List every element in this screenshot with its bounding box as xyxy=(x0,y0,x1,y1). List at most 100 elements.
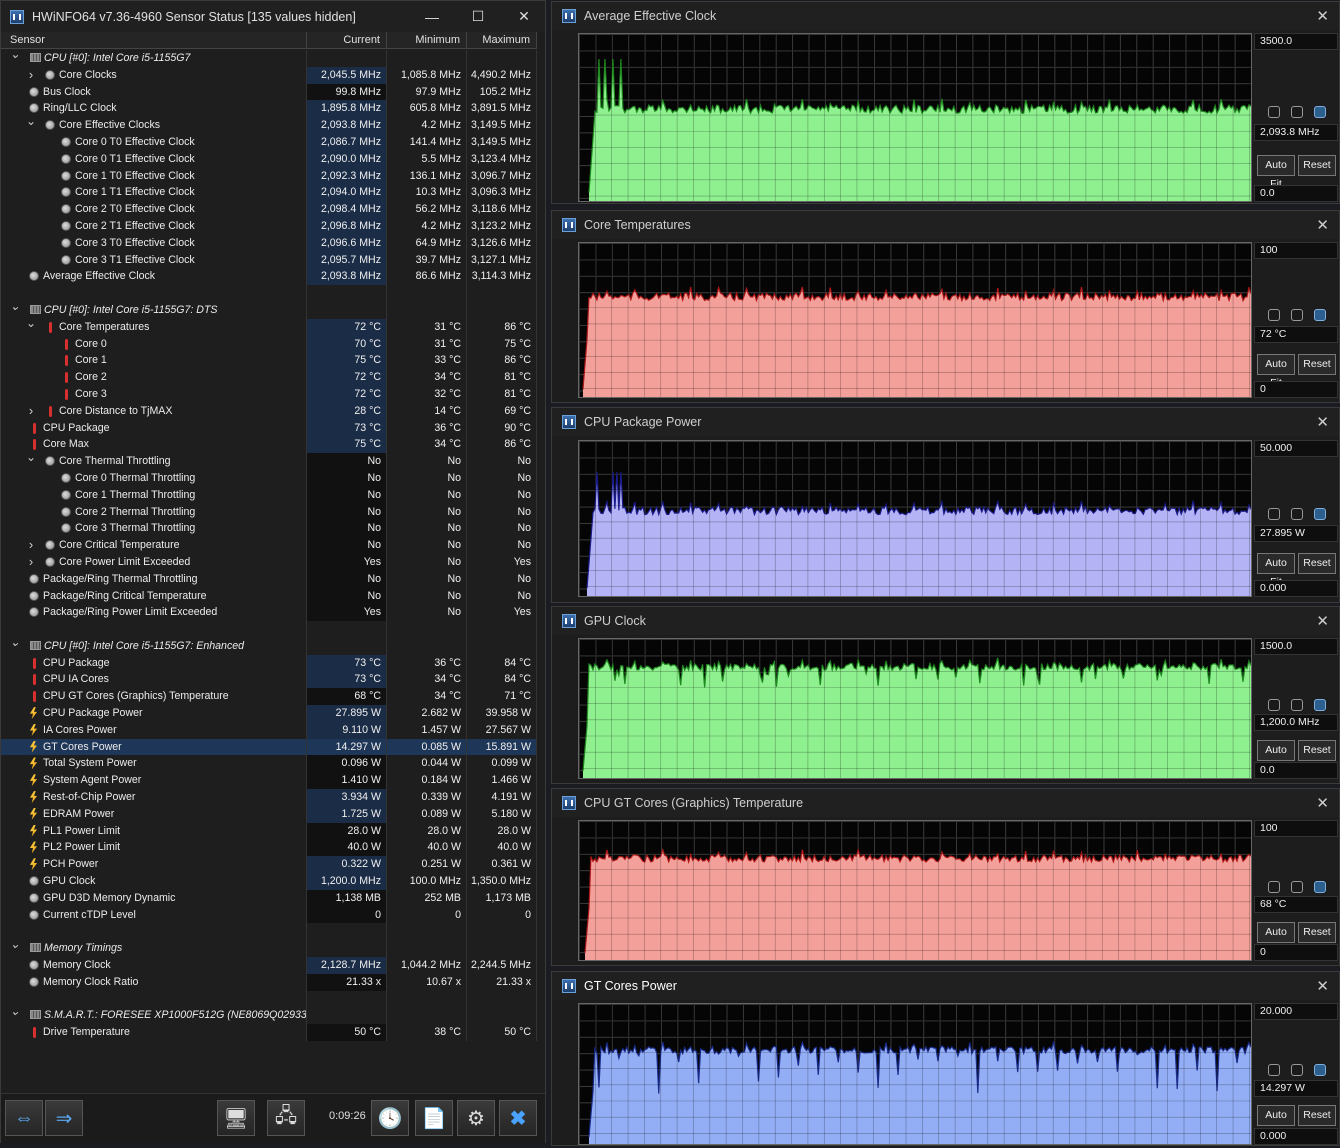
graph-plot[interactable] xyxy=(578,820,1252,961)
logging-icon[interactable]: 📄 xyxy=(415,1100,453,1136)
scale-min-value[interactable]: 0.0 xyxy=(1254,185,1338,202)
chevron-right-icon[interactable]: › xyxy=(26,67,36,82)
sensor-row[interactable]: Ring/LLC Clock 1,895.8 MHz 605.8 MHz 3,891.… xyxy=(1,100,537,118)
scale-min-value[interactable]: 0.000 xyxy=(1254,580,1338,597)
sensor-row[interactable]: Memory Clock Ratio 21.33 x 10.67 x 21.33 x xyxy=(1,973,537,991)
auto-fit-button[interactable]: Auto Fit xyxy=(1257,553,1295,588)
graph-plot[interactable] xyxy=(578,33,1252,202)
chevron-down-icon[interactable]: ⌄ xyxy=(10,302,20,313)
column-sensor[interactable]: Sensor xyxy=(1,32,307,48)
scale-max-value[interactable]: 100 xyxy=(1254,242,1338,259)
chevron-down-icon[interactable]: ⌄ xyxy=(10,638,20,649)
sensor-row[interactable]: › Core Critical Temperature No No No xyxy=(1,537,537,554)
checkbox-2[interactable] xyxy=(1291,507,1303,520)
sensor-row[interactable]: GT Cores Power 14.297 W 0.085 W 15.891 W xyxy=(1,738,537,756)
close-icon[interactable]: ✕ xyxy=(1316,977,1329,995)
sensor-group-row[interactable]: ⌄ S.M.A.R.T.: FORESEE XP1000F512G (NE8069… xyxy=(1,1007,537,1025)
chevron-down-icon[interactable]: ⌄ xyxy=(10,50,20,61)
sensor-row[interactable]: Current cTDP Level 0 0 0 xyxy=(1,906,537,924)
sensor-row[interactable]: PL2 Power Limit 40.0 W 40.0 W 40.0 W xyxy=(1,839,537,857)
graph-plot[interactable] xyxy=(578,1003,1252,1145)
sensor-row[interactable]: CPU GT Cores (Graphics) Temperature 68 °C… xyxy=(1,688,537,706)
scale-max-value[interactable]: 50.000 xyxy=(1254,440,1338,457)
clock-reset-icon[interactable]: 🕓 xyxy=(371,1100,409,1136)
sensor-row[interactable]: CPU IA Cores 73 °C 34 °C 84 °C xyxy=(1,671,537,689)
chevron-down-icon[interactable]: ⌄ xyxy=(26,319,36,330)
sensor-row[interactable]: ⌄ Core Temperatures 72 °C 31 °C 86 °C xyxy=(1,318,537,336)
column-maximum[interactable]: Maximum xyxy=(467,32,537,48)
sensor-row[interactable]: ⌄ Core Effective Clocks 2,093.8 MHz 4.2 MHz… xyxy=(1,117,537,134)
sensor-row[interactable]: Core 2 T1 Effective Clock 2,096.8 MHz 4.2 … xyxy=(1,217,537,235)
auto-fit-button[interactable]: Auto Fit xyxy=(1257,921,1295,957)
sensor-row[interactable]: ⌄ Core Thermal Throttling No No No xyxy=(1,453,537,470)
auto-fit-button[interactable]: Auto Fit xyxy=(1257,154,1295,190)
close-x-icon[interactable]: ✖ xyxy=(499,1100,537,1136)
checkbox-1[interactable] xyxy=(1268,507,1280,520)
collapse-arrows-icon[interactable]: ⇒ xyxy=(45,1100,83,1136)
reset-button[interactable]: Reset xyxy=(1298,921,1336,943)
sensor-row[interactable]: Core 0 70 °C 31 °C 75 °C xyxy=(1,335,537,353)
sensor-row[interactable]: Package/Ring Thermal Throttling No No No xyxy=(1,570,537,588)
sensor-list[interactable]: ⌄ CPU [#0]: Intel Core i5-1155G7 › Core Clo… xyxy=(1,50,537,1042)
close-icon[interactable]: ✕ xyxy=(1316,216,1329,234)
reset-button[interactable]: Reset xyxy=(1298,1105,1336,1127)
sensor-row[interactable]: Memory Clock 2,128.7 MHz 1,044.2 MHz 2,244.… xyxy=(1,957,537,974)
checkbox-3[interactable] xyxy=(1314,880,1326,893)
chevron-down-icon[interactable]: ⌄ xyxy=(26,117,36,128)
chevron-down-icon[interactable]: ⌄ xyxy=(26,453,36,464)
sensor-row[interactable]: Core 1 T1 Effective Clock 2,094.0 MHz 10.3… xyxy=(1,184,537,202)
checkbox-3[interactable] xyxy=(1314,507,1326,520)
checkbox-2[interactable] xyxy=(1291,698,1303,711)
sensor-row[interactable]: EDRAM Power 1.725 W 0.089 W 5.180 W xyxy=(1,805,537,823)
scale-max-value[interactable]: 20.000 xyxy=(1254,1003,1338,1020)
sensor-row[interactable]: Core 3 72 °C 32 °C 81 °C xyxy=(1,385,537,403)
sensor-row[interactable]: › Core Power Limit Exceeded Yes No Yes xyxy=(1,553,537,571)
minimize-button[interactable]: — xyxy=(409,1,455,32)
scale-min-value[interactable]: 0.000 xyxy=(1254,1128,1338,1145)
sensor-row[interactable]: GPU Clock 1,200.0 MHz 100.0 MHz 1,350.0 MHz xyxy=(1,873,537,890)
chevron-right-icon[interactable]: › xyxy=(26,537,36,552)
sensor-row[interactable]: Core Max 75 °C 34 °C 86 °C xyxy=(1,436,537,454)
close-button[interactable]: ✕ xyxy=(501,1,547,32)
close-icon[interactable]: ✕ xyxy=(1316,794,1329,812)
graph-window[interactable]: CPU GT Cores (Graphics) Temperature ✕ 100 6… xyxy=(551,788,1340,966)
sensor-row[interactable]: Average Effective Clock 2,093.8 MHz 86.6 M… xyxy=(1,268,537,286)
checkbox-3[interactable] xyxy=(1314,309,1326,322)
sensor-row[interactable]: Core 2 T0 Effective Clock 2,098.4 MHz 56.2… xyxy=(1,201,537,218)
reset-button[interactable]: Reset xyxy=(1298,154,1336,176)
auto-fit-button[interactable]: Auto Fit xyxy=(1257,739,1295,775)
graph-window[interactable]: Core Temperatures ✕ 100 72 °C Auto FitReset 0 xyxy=(551,210,1340,403)
checkbox-1[interactable] xyxy=(1268,880,1280,893)
sensor-row[interactable]: Package/Ring Critical Temperature No No No xyxy=(1,587,537,605)
sensor-row[interactable]: Core 3 T1 Effective Clock 2,095.7 MHz 39.7… xyxy=(1,251,537,269)
chevron-down-icon[interactable]: ⌄ xyxy=(10,940,20,951)
sensor-row[interactable]: Core 3 Thermal Throttling No No No xyxy=(1,520,537,538)
sensor-group-row[interactable]: ⌄ Memory Timings xyxy=(1,940,537,958)
checkbox-1[interactable] xyxy=(1268,1064,1280,1077)
column-minimum[interactable]: Minimum xyxy=(387,32,467,48)
monitor-icon[interactable]: 🖥 xyxy=(217,1100,255,1136)
scale-max-value[interactable]: 100 xyxy=(1254,820,1338,837)
sensor-row[interactable]: Core 0 T1 Effective Clock 2,090.0 MHz 5.5 … xyxy=(1,150,537,168)
sensor-row[interactable]: › Core Clocks 2,045.5 MHz 1,085.8 MHz 4,490.… xyxy=(1,66,537,84)
sensor-row[interactable]: CPU Package 73 °C 36 °C 84 °C xyxy=(1,654,537,672)
maximize-button[interactable]: ☐ xyxy=(455,1,501,32)
checkbox-3[interactable] xyxy=(1314,105,1326,118)
checkbox-2[interactable] xyxy=(1291,880,1303,893)
sensor-row[interactable]: CPU Package Power 27.895 W 2.682 W 39.958 W xyxy=(1,705,537,722)
graph-plot[interactable] xyxy=(578,440,1252,597)
sensor-row[interactable]: GPU D3D Memory Dynamic 1,138 MB 252 MB 1,17… xyxy=(1,889,537,907)
sensor-row[interactable]: Core 2 Thermal Throttling No No No xyxy=(1,503,537,521)
sensor-row[interactable]: › Core Distance to TjMAX 28 °C 14 °C 69 °C xyxy=(1,402,537,420)
checkbox-3[interactable] xyxy=(1314,698,1326,711)
close-icon[interactable]: ✕ xyxy=(1316,413,1329,431)
scale-max-value[interactable]: 3500.0 xyxy=(1254,33,1338,50)
sensor-row[interactable]: Core 1 Thermal Throttling No No No xyxy=(1,486,537,504)
sensor-row[interactable]: Rest-of-Chip Power 3.934 W 0.339 W 4.191 W xyxy=(1,789,537,806)
graph-window[interactable]: CPU Package Power ✕ 50.000 27.895 W Auto Fit… xyxy=(551,407,1340,603)
chevron-right-icon[interactable]: › xyxy=(26,403,36,418)
chevron-right-icon[interactable]: › xyxy=(26,554,36,569)
checkbox-3[interactable] xyxy=(1314,1064,1326,1077)
sensor-row[interactable]: Bus Clock 99.8 MHz 97.9 MHz 105.2 MHz xyxy=(1,83,537,101)
checkbox-2[interactable] xyxy=(1291,105,1303,118)
